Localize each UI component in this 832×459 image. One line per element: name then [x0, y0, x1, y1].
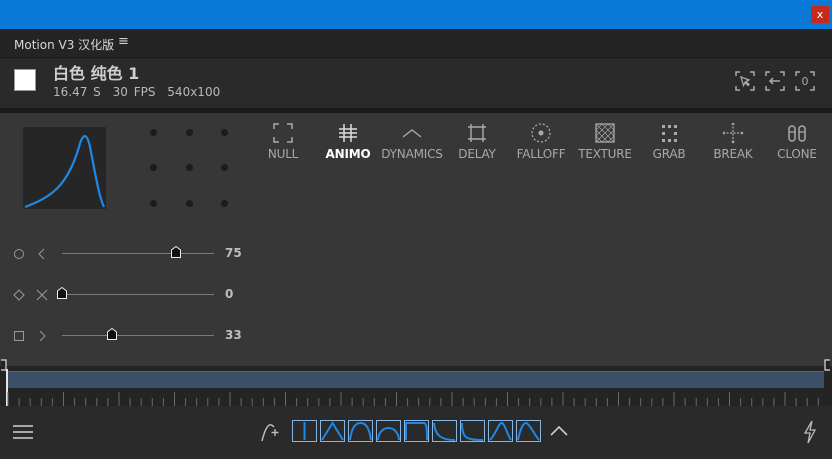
anchor-bottom-left[interactable]: [150, 200, 157, 207]
tool-label: DYNAMICS: [381, 147, 443, 161]
slider-row: 33: [0, 326, 260, 346]
anchor-top-right[interactable]: [221, 129, 228, 136]
layer-meta: 16.47 S 30 FPS 540x100: [53, 85, 220, 99]
slider-track[interactable]: [62, 294, 214, 295]
ease-preset-ease-in-out-strong-icon[interactable]: [348, 420, 373, 442]
ease-preset-overshoot-icon[interactable]: [488, 420, 513, 442]
slider-track[interactable]: [62, 253, 214, 254]
diamond-icon: [13, 289, 25, 301]
anchor-bottom-center[interactable]: [186, 200, 193, 207]
slider-thumb[interactable]: [57, 287, 67, 299]
tool-falloff[interactable]: FALLOFF: [510, 121, 572, 161]
slider-thumb[interactable]: [171, 246, 181, 258]
tool-label: CLONE: [777, 147, 817, 161]
tool-label: DELAY: [458, 147, 496, 161]
tool-delay[interactable]: DELAY: [446, 121, 508, 161]
tool-grab[interactable]: GRAB: [638, 121, 700, 161]
zero-label: 0: [802, 75, 809, 88]
slider-row: 0: [0, 285, 260, 305]
tool-null[interactable]: NULL: [252, 121, 314, 161]
panel-header: Motion V3 汉化版 ≡: [0, 29, 832, 58]
ease-preset-ease-in-out-icon[interactable]: [320, 420, 345, 442]
ease-preset-anticipate-icon[interactable]: [516, 420, 541, 442]
anchor-middle-left[interactable]: [150, 164, 157, 171]
cross-icon: [36, 289, 48, 301]
square-icon: [14, 331, 24, 341]
tool-break[interactable]: BREAK: [702, 121, 764, 161]
tool-animo[interactable]: ANIMO: [317, 121, 379, 161]
window-titlebar: x: [0, 0, 832, 29]
ease-preset-ease-out-icon[interactable]: [376, 420, 401, 442]
panel-menu-icon[interactable]: ≡: [118, 34, 129, 49]
layer-fps: 30 FPS: [112, 85, 156, 99]
anchor-center[interactable]: [186, 164, 193, 171]
anchor-top-center[interactable]: [186, 129, 193, 136]
animo-icon: [339, 124, 357, 142]
menu-icon[interactable]: [12, 424, 34, 440]
main-panel: NULL ANIMO DYNAMICS DELAY FALLOFF TEXTUR…: [0, 113, 832, 366]
texture-icon: [595, 123, 615, 143]
null-icon: [273, 123, 293, 143]
anchor-middle-right[interactable]: [221, 164, 228, 171]
panel-title: Motion V3 汉化版: [14, 38, 115, 52]
tool-label: BREAK: [713, 147, 753, 161]
select-cursor-icon[interactable]: [734, 70, 756, 92]
timeline-track[interactable]: [8, 371, 824, 388]
tool-label: TEXTURE: [578, 147, 632, 161]
anchor-top-left[interactable]: [150, 129, 157, 136]
layer-name: 白色 纯色 1: [53, 64, 140, 83]
slider-thumb[interactable]: [107, 328, 118, 340]
layer-color-swatch[interactable]: [14, 69, 36, 91]
tool-dynamics[interactable]: DYNAMICS: [381, 121, 443, 161]
tool-clone[interactable]: CLONE: [766, 121, 828, 161]
zero-bracket-icon[interactable]: 0: [794, 70, 816, 92]
tool-label: FALLOFF: [516, 147, 566, 161]
anchor-bottom-right[interactable]: [221, 200, 228, 207]
falloff-icon: [531, 123, 551, 143]
chevron-right-icon: [39, 330, 46, 342]
ease-preset-ease-in-strong-icon[interactable]: [460, 420, 485, 442]
ease-preset-ease-out-strong-icon[interactable]: [404, 420, 429, 442]
slider-row: 75: [0, 244, 260, 264]
layer-info-bar: 白色 纯色 1 16.47 S 30 FPS 540x100 0: [0, 58, 832, 108]
chevron-up-icon[interactable]: [549, 424, 569, 438]
tool-texture[interactable]: TEXTURE: [574, 121, 636, 161]
layer-size: 540x100: [167, 85, 221, 99]
break-icon: [722, 122, 744, 144]
clone-icon: [788, 125, 806, 142]
close-button[interactable]: x: [811, 6, 829, 23]
tool-label: NULL: [267, 147, 299, 161]
back-arrow-icon[interactable]: [764, 70, 786, 92]
add-curve-icon[interactable]: [260, 419, 282, 443]
tool-label: GRAB: [652, 147, 686, 161]
bottom-toolbar: [0, 406, 832, 459]
layer-duration: 16.47 S: [53, 85, 101, 99]
lightning-icon[interactable]: [802, 420, 818, 444]
dynamics-icon: [402, 129, 422, 138]
timeline-out-handle[interactable]: [823, 359, 831, 371]
tool-label: ANIMO: [325, 147, 371, 161]
grab-icon: [662, 125, 677, 142]
ease-preset-linear-icon[interactable]: [292, 420, 317, 442]
slider-value: 75: [225, 246, 242, 260]
chevron-left-icon: [38, 248, 45, 260]
ease-preset-ease-in-icon[interactable]: [432, 420, 457, 442]
slider-value: 33: [225, 328, 242, 342]
timeline-ruler: [7, 392, 819, 406]
slider-track[interactable]: [62, 335, 214, 336]
timeline[interactable]: [0, 359, 832, 407]
circle-icon: [14, 249, 24, 259]
slider-value: 0: [225, 287, 234, 301]
delay-icon: [468, 124, 486, 142]
easing-curve-preview[interactable]: [23, 127, 106, 209]
